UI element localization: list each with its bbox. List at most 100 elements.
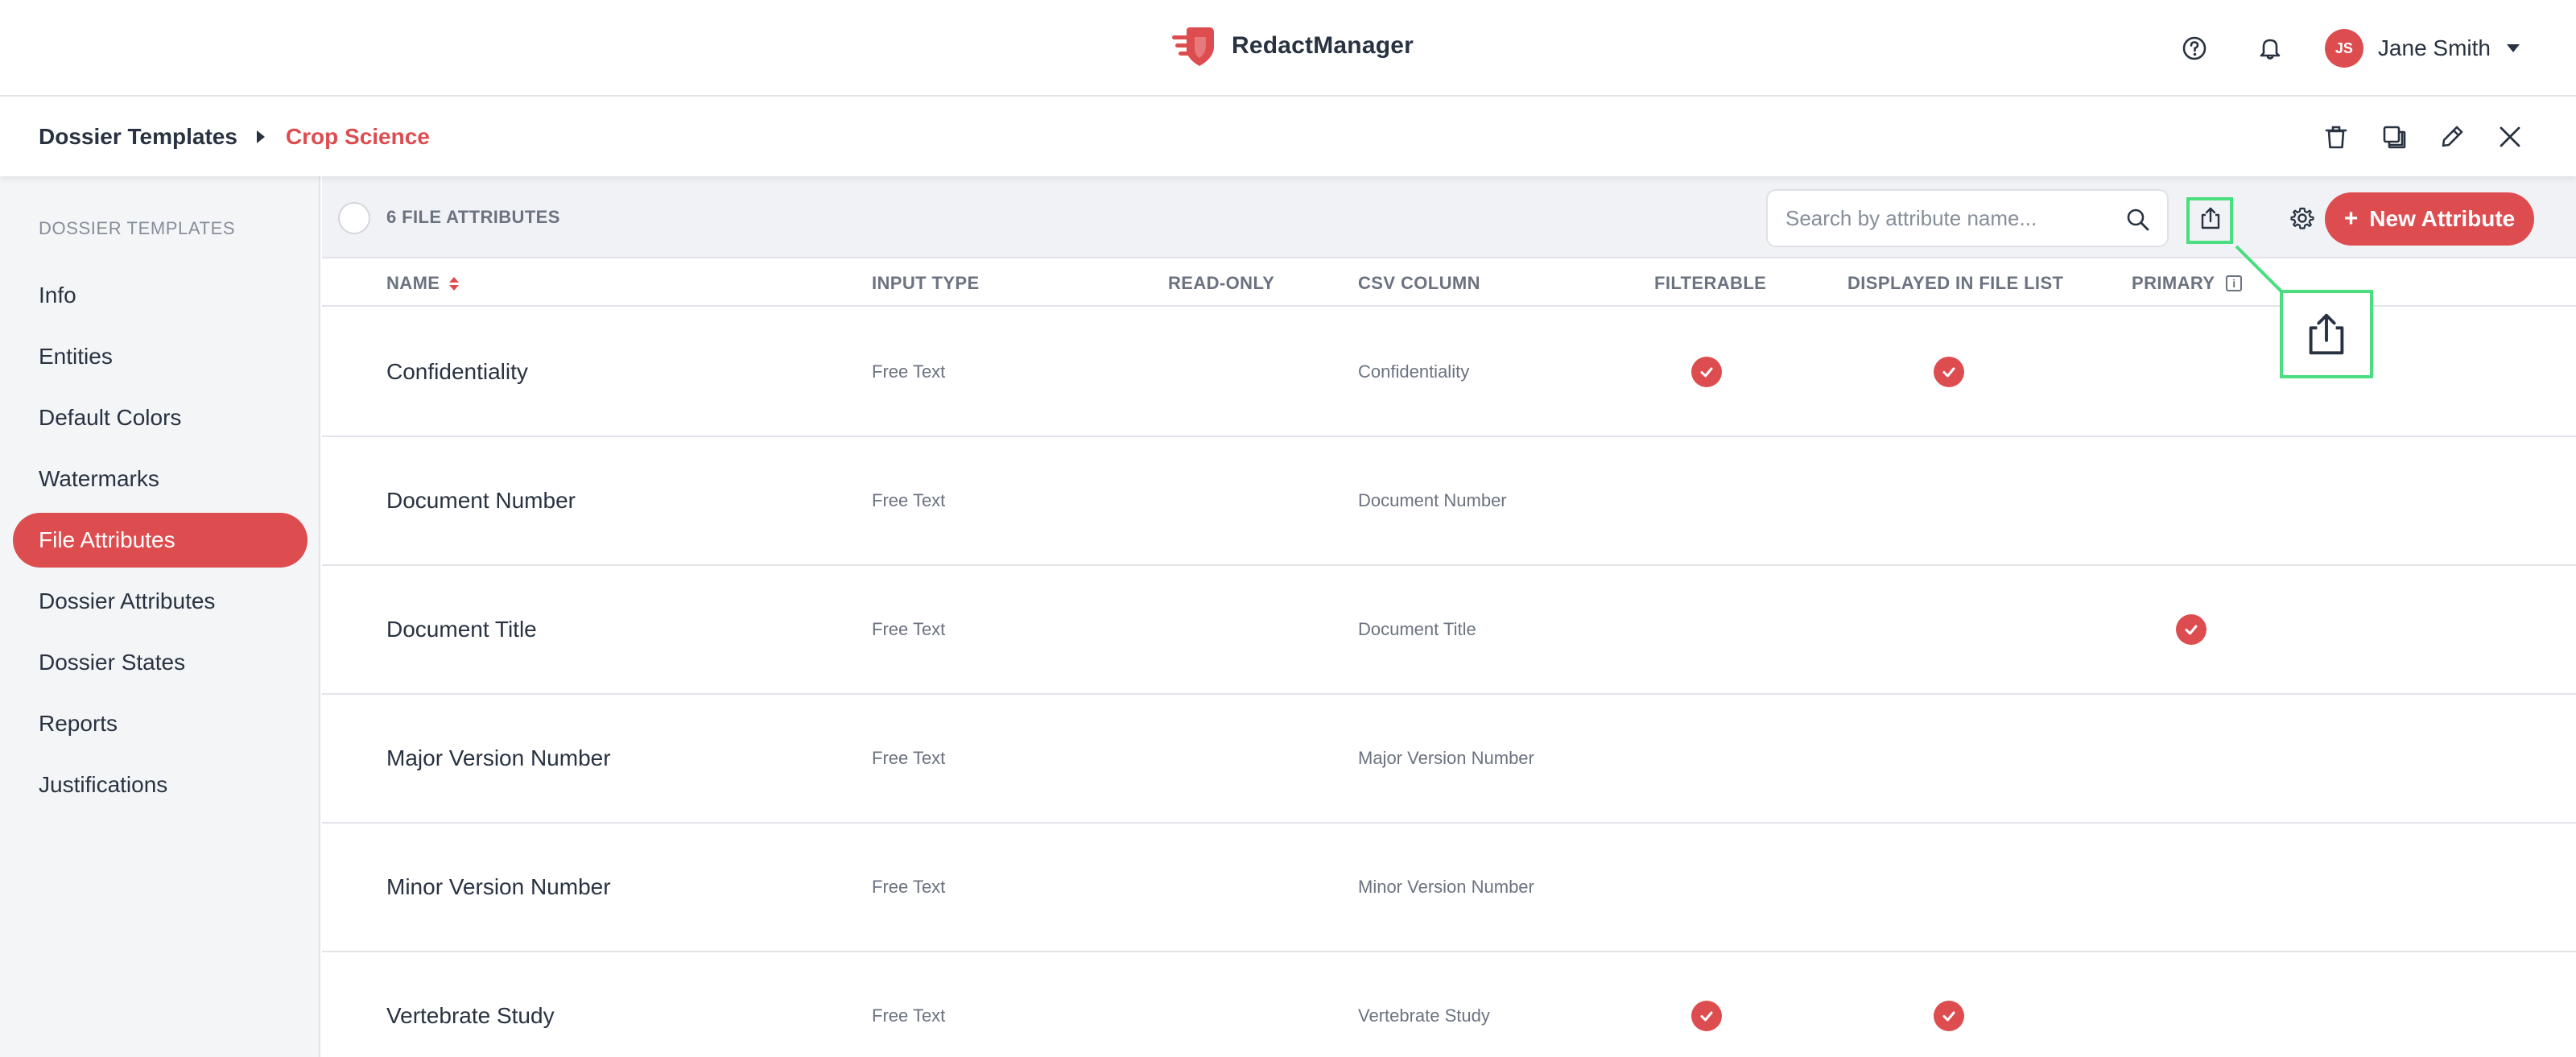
check-circle-icon [1691, 357, 1722, 387]
check-circle-icon [2176, 614, 2207, 645]
column-header-displayed: DISPLAYED IN FILE LIST [1847, 273, 2064, 293]
trash-icon [2325, 126, 2347, 149]
sidebar-item-file-attributes[interactable]: File Attributes [13, 513, 308, 568]
app-logo[interactable]: RedactManager [1170, 23, 1414, 69]
logo-icon [1172, 27, 1214, 66]
sidebar-item-info[interactable]: Info [13, 268, 308, 323]
check-circle-icon [1934, 357, 1964, 387]
attribute-name: Vertebrate Study [386, 1003, 555, 1028]
checkmark-icon [1942, 367, 1955, 378]
breadcrumb-root[interactable]: Dossier Templates [39, 124, 237, 150]
filterable-cell [1691, 308, 1722, 436]
checkmark-icon [1700, 1011, 1713, 1022]
table-row[interactable]: Minor Version Number Free Text Minor Versi… [322, 824, 2576, 952]
export-icon [2201, 207, 2220, 229]
checkmark-icon [2185, 625, 2198, 635]
attribute-csv-column: Confidentiality [1358, 361, 1470, 382]
attribute-input-type: Free Text [872, 361, 946, 382]
attribute-name: Minor Version Number [386, 874, 611, 899]
chevron-down-icon[interactable] [2507, 44, 2520, 52]
breadcrumb-bar: Dossier Templates Crop Science [0, 97, 2576, 176]
table-row[interactable]: Document Number Free Text Document Number [322, 437, 2576, 566]
table-row[interactable]: Confidentiality Free Text Confidentiality [322, 308, 2576, 437]
new-attribute-button[interactable]: + New Attribute [2325, 192, 2534, 246]
sidebar-item-default-colors[interactable]: Default Colors [13, 390, 308, 445]
attribute-count: 6 FILE ATTRIBUTES [386, 207, 560, 227]
export-icon [2309, 313, 2344, 355]
attribute-csv-column: Vertebrate Study [1358, 1005, 1490, 1026]
filterable-cell [1691, 952, 1722, 1057]
column-primary-label: PRIMARY [2132, 273, 2215, 293]
sort-icon[interactable] [449, 276, 460, 291]
delete-template-button[interactable] [2315, 116, 2357, 158]
sidebar-nav: Info Entities Default Colors Watermarks … [13, 268, 308, 819]
attribute-name: Confidentiality [386, 359, 528, 384]
attribute-csv-column: Minor Version Number [1358, 877, 1534, 897]
attribute-csv-column: Major Version Number [1358, 748, 1534, 768]
attribute-input-type: Free Text [872, 877, 946, 897]
breadcrumb: Dossier Templates Crop Science [39, 97, 430, 176]
attribute-csv-column: Document Title [1358, 619, 1476, 639]
sidebar-item-reports[interactable]: Reports [13, 696, 308, 751]
plus-icon: + [2343, 205, 2359, 232]
sidebar-item-watermarks[interactable]: Watermarks [13, 452, 308, 506]
displayed-cell [1934, 952, 1964, 1057]
attribute-input-type: Free Text [872, 1005, 946, 1026]
info-icon[interactable]: i [2226, 275, 2243, 291]
table-row[interactable]: Document Title Free Text Document Title [322, 566, 2576, 695]
sidebar-item-dossier-states[interactable]: Dossier States [13, 635, 308, 690]
attribute-name: Document Number [386, 488, 576, 513]
breadcrumb-current[interactable]: Crop Science [286, 124, 430, 150]
search-box [1766, 189, 2169, 247]
primary-cell [2176, 566, 2207, 693]
attribute-input-type: Free Text [872, 748, 946, 768]
table-row[interactable]: Major Version Number Free Text Major Versi… [322, 695, 2576, 824]
settings-button[interactable] [2281, 197, 2323, 239]
checkmark-icon [1700, 367, 1713, 378]
copy-icon [2383, 126, 2406, 149]
pencil-icon [2442, 126, 2463, 147]
column-header-csv-column: CSV COLUMN [1358, 273, 1480, 293]
column-name-label: NAME [386, 273, 440, 293]
close-button[interactable] [2489, 116, 2531, 158]
gear-icon [2290, 207, 2314, 229]
column-header-filterable: FILTERABLE [1654, 273, 1767, 293]
sidebar-item-dossier-attributes[interactable]: Dossier Attributes [13, 574, 308, 629]
attribute-name: Document Title [386, 617, 537, 642]
help-circle-icon [2182, 36, 2207, 60]
user-area: JS Jane Smith [2174, 27, 2520, 69]
new-attribute-label: New Attribute [2369, 206, 2516, 231]
sidebar: DOSSIER TEMPLATES Info Entities Default … [0, 176, 320, 1057]
attribute-name: Major Version Number [386, 745, 611, 770]
check-circle-icon [1691, 1001, 1722, 1031]
sidebar-item-justifications[interactable]: Justifications [13, 758, 308, 812]
avatar[interactable]: JS [2324, 29, 2363, 68]
top-bar: RedactManager JS Jane Smith [0, 0, 2576, 97]
select-all-checkbox[interactable] [338, 202, 370, 234]
bell-icon [2260, 39, 2281, 60]
attribute-csv-column: Document Number [1358, 490, 1507, 510]
edit-template-button[interactable] [2431, 116, 2473, 158]
check-circle-icon [1934, 1001, 1964, 1031]
sidebar-item-entities[interactable]: Entities [13, 329, 308, 384]
app-name: RedactManager [1232, 32, 1414, 59]
search-icon[interactable] [2125, 207, 2151, 233]
table-header: NAME INPUT TYPE READ-ONLY CSV COLUMN FIL… [322, 260, 2576, 307]
table-row[interactable]: Vertebrate Study Free Text Vertebrate Stud… [322, 952, 2576, 1057]
search-input[interactable] [1785, 205, 2124, 231]
user-name[interactable]: Jane Smith [2378, 35, 2491, 61]
notifications-button[interactable] [2249, 27, 2291, 69]
duplicate-template-button[interactable] [2373, 116, 2415, 158]
table-toolbar: 6 FILE ATTRIBUTES + New Attribute [322, 176, 2576, 258]
checkmark-icon [1942, 1011, 1955, 1022]
breadcrumb-separator-icon [256, 130, 265, 143]
export-button[interactable] [2190, 197, 2231, 239]
displayed-cell [1934, 308, 1964, 436]
export-zoom-callout [2280, 290, 2373, 378]
close-icon [2500, 126, 2520, 147]
help-button[interactable] [2174, 27, 2215, 69]
column-header-name[interactable]: NAME [386, 260, 460, 307]
attribute-input-type: Free Text [872, 619, 946, 639]
attribute-input-type: Free Text [872, 490, 946, 510]
column-header-read-only: READ-ONLY [1168, 273, 1275, 293]
